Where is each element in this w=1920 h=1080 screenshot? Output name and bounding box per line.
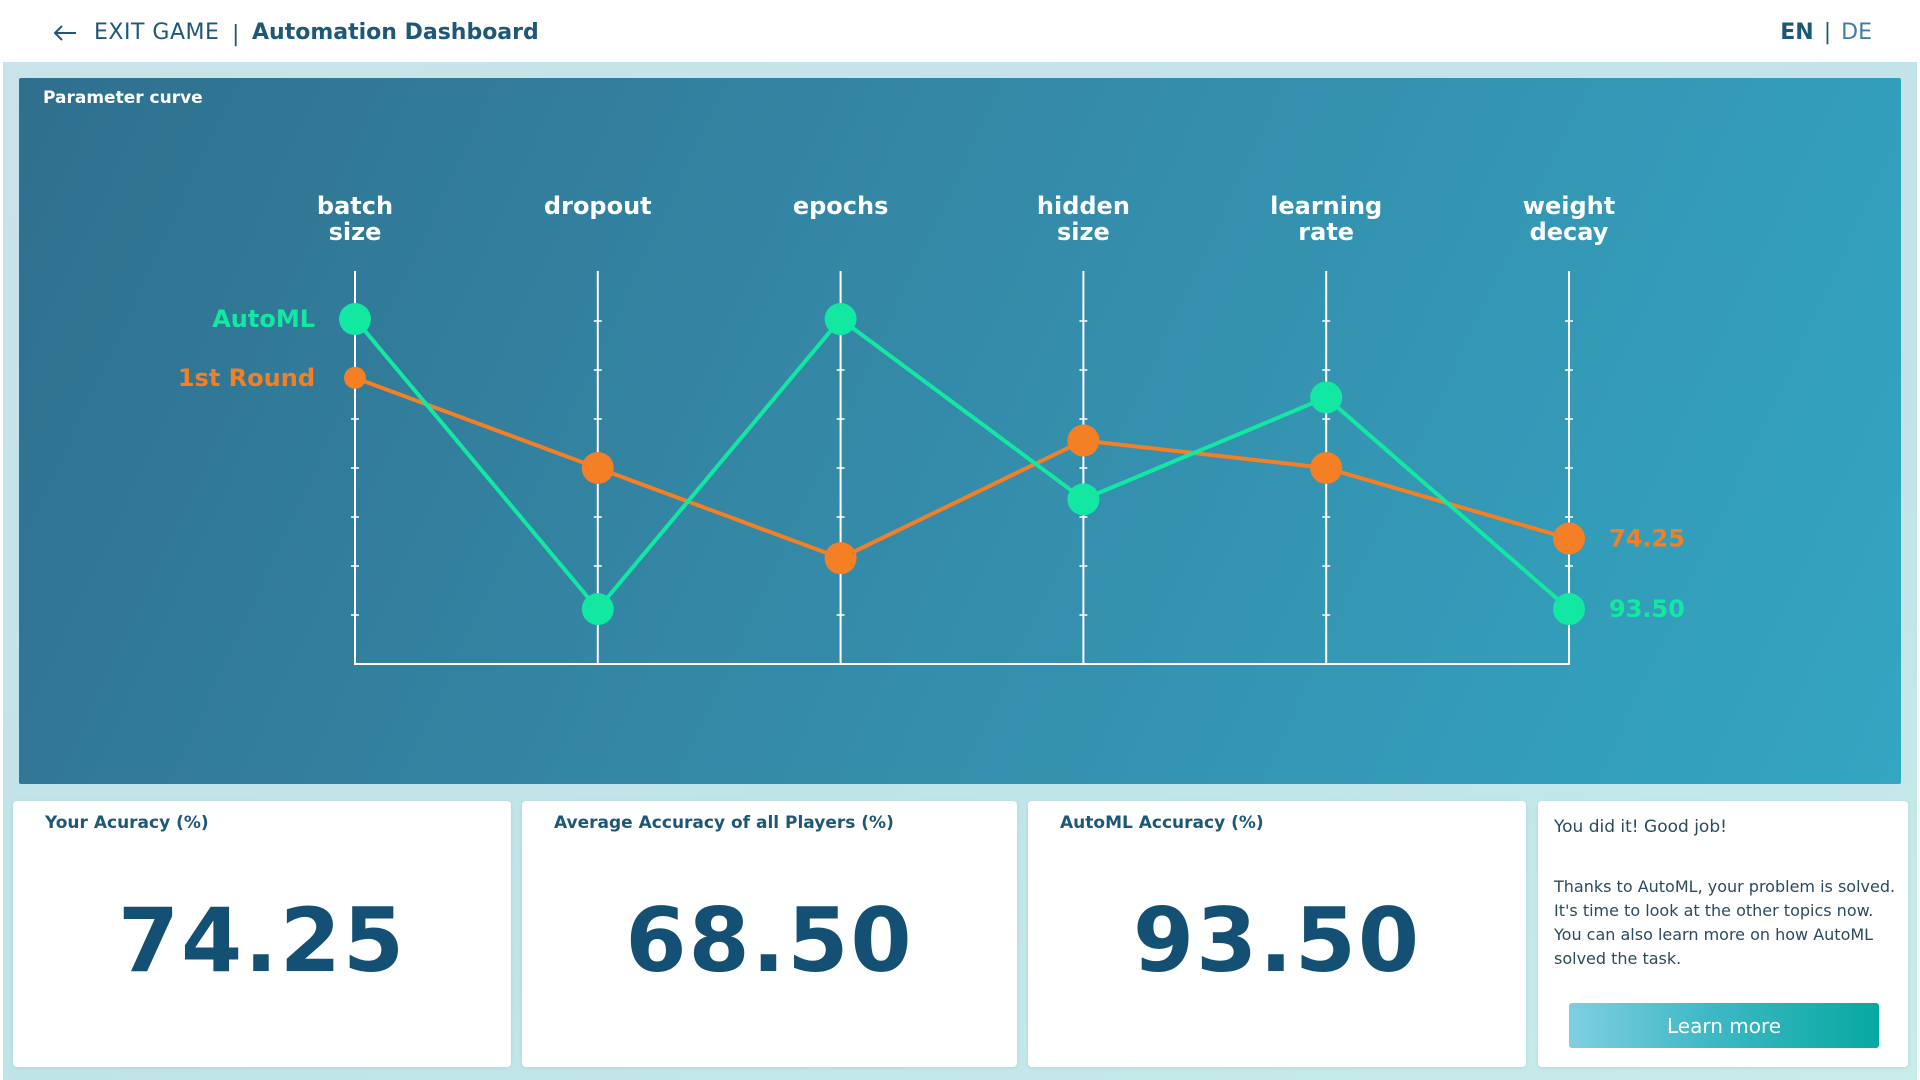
data-point <box>581 452 614 484</box>
axis-label: dropout <box>544 192 652 220</box>
series-name-label: 1st Round <box>178 364 315 392</box>
language-switcher: EN | DE <box>1780 20 1872 45</box>
result-message-card: You did it! Good job! Thanks to AutoML, … <box>1538 801 1908 1067</box>
learn-more-button[interactable]: Learn more <box>1569 1003 1879 1048</box>
series-name-label: AutoML <box>212 305 315 333</box>
data-point <box>344 366 366 389</box>
card-value: 74.25 <box>117 889 407 992</box>
data-point <box>1553 522 1585 555</box>
page-title: Automation Dashboard <box>252 20 539 45</box>
parameter-curve-chart: batch size dropout epochs hidden size learning… <box>178 192 1685 665</box>
card-value: 93.50 <box>1132 889 1422 992</box>
data-point <box>339 303 371 336</box>
series-line <box>354 375 1570 561</box>
data-point <box>1553 593 1585 626</box>
axis-label: weight decay <box>1523 192 1615 246</box>
your-accuracy-card: Your Acuracy (%) 74.25 <box>13 801 511 1067</box>
data-point <box>1310 452 1343 484</box>
data-point <box>824 542 857 575</box>
data-point <box>1067 424 1100 457</box>
lang-separator: | <box>1823 20 1832 45</box>
automl-accuracy-card: AutoML Accuracy (%) 93.50 <box>1028 801 1526 1067</box>
data-point <box>824 303 857 336</box>
series-line <box>353 317 1571 612</box>
chart-title: Parameter curve <box>43 88 203 108</box>
lang-en-button[interactable]: EN <box>1780 20 1813 45</box>
axis-label: hidden size <box>1037 192 1130 246</box>
message-body: Thanks to AutoML, your problem is solved… <box>1554 877 1896 968</box>
series-end-value-label: 74.25 <box>1609 525 1685 553</box>
data-point <box>1067 483 1100 516</box>
arrow-left-icon[interactable] <box>52 20 78 46</box>
data-point <box>1310 381 1343 414</box>
message-headline: You did it! Good job! <box>1554 817 1727 837</box>
title-separator: | <box>232 22 240 47</box>
lang-de-button[interactable]: DE <box>1841 20 1872 45</box>
card-title: AutoML Accuracy (%) <box>1060 813 1264 833</box>
axis-label: batch size <box>317 192 393 246</box>
series-end-value-label: 93.50 <box>1609 595 1685 623</box>
card-title: Average Accuracy of all Players (%) <box>554 813 894 833</box>
card-value: 68.50 <box>625 889 914 992</box>
axis-label: learning rate <box>1270 192 1382 246</box>
exit-game-button[interactable]: EXIT GAME <box>94 20 219 45</box>
card-title: Your Acuracy (%) <box>45 813 209 833</box>
top-bar: EXIT GAME | Automation Dashboard EN | DE <box>0 0 1920 62</box>
average-accuracy-card: Average Accuracy of all Players (%) 68.5… <box>522 801 1017 1067</box>
parameter-curve-panel: batch size dropout epochs hidden size learning… <box>19 78 1901 784</box>
data-point <box>581 593 614 626</box>
axis-label: epochs <box>793 192 889 220</box>
